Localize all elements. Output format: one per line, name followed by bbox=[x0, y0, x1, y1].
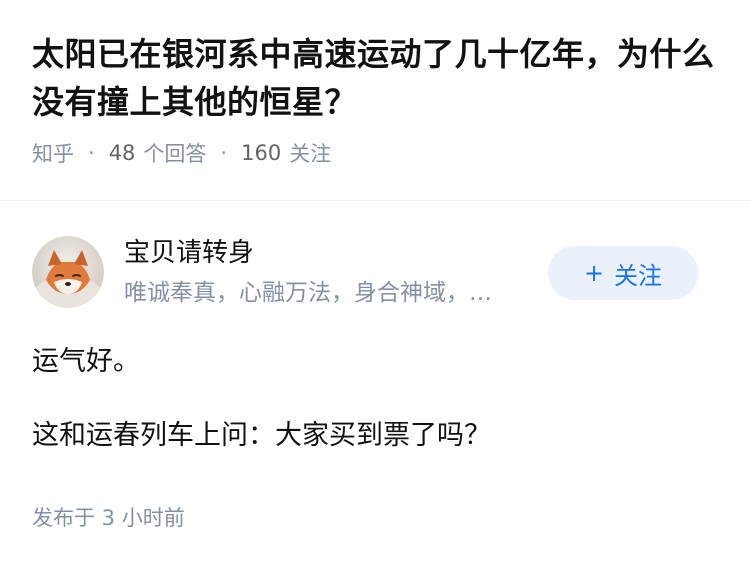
answer-count: 48 bbox=[108, 141, 136, 165]
question-title[interactable]: 太阳已在银河系中高速运动了几十亿年，为什么没有撞上其他的恒星？ bbox=[32, 30, 718, 126]
follow-button[interactable]: + 关注 bbox=[548, 246, 698, 300]
section-divider bbox=[0, 200, 750, 201]
author-row: 宝贝请转身 唯诚奉真，心融万法，身合神域，… + 关注 bbox=[32, 236, 718, 308]
meta-separator: · bbox=[88, 141, 95, 165]
follow-button-label: 关注 bbox=[614, 261, 663, 290]
source-label[interactable]: 知乎 bbox=[32, 138, 74, 168]
author-name[interactable]: 宝贝请转身 bbox=[124, 236, 254, 270]
answer-paragraph: 运气好。 bbox=[32, 346, 140, 377]
meta-separator-2: · bbox=[220, 141, 228, 165]
answer-paragraph: 这和运春列车上问：大家买到票了吗？ bbox=[32, 420, 491, 451]
author-avatar[interactable] bbox=[32, 236, 104, 308]
answer-content: 运气好。 这和运春列车上问：大家买到票了吗？ bbox=[32, 342, 718, 456]
answer-count-label[interactable]: 个回答 bbox=[143, 138, 206, 168]
follower-count: 160 bbox=[241, 141, 282, 165]
question-header: 太阳已在银河系中高速运动了几十亿年，为什么没有撞上其他的恒星？ 知乎 · 48 … bbox=[0, 0, 750, 168]
answer-card: 宝贝请转身 唯诚奉真，心融万法，身合神域，… + 关注 运气好。 这和运春列车上… bbox=[32, 236, 718, 532]
question-meta: 知乎 · 48 个回答 · 160 关注 bbox=[32, 138, 718, 168]
published-time: 发布于 3 小时前 bbox=[32, 506, 185, 530]
author-bio: 唯诚奉真，心融万法，身合神域，… bbox=[124, 280, 492, 306]
plus-icon: + bbox=[583, 259, 605, 287]
follower-count-label: 关注 bbox=[289, 142, 332, 166]
fox-avatar-icon bbox=[32, 236, 104, 308]
